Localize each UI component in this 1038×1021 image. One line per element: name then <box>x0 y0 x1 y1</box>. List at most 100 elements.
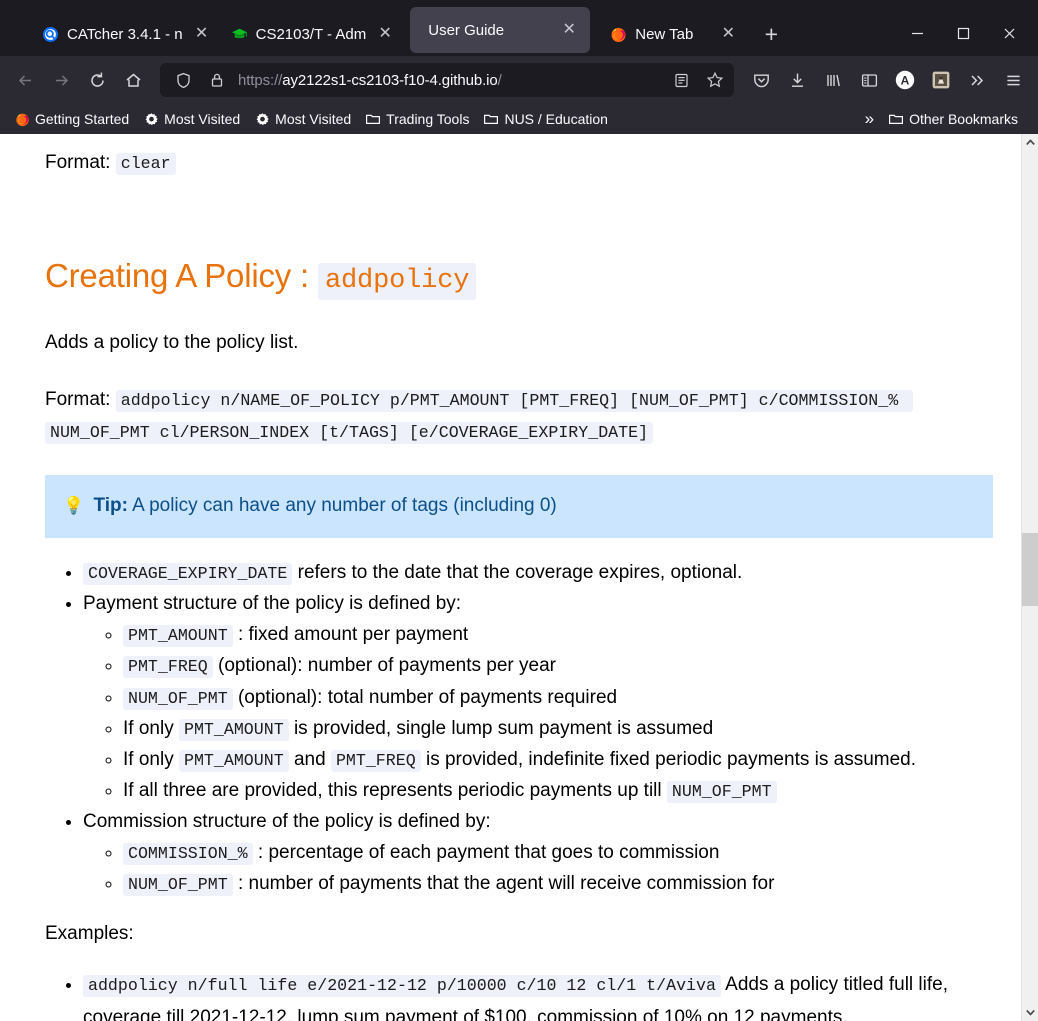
tab-title: CS2103/T - Adm <box>255 25 367 43</box>
bookmark-most-visited-2[interactable]: Most Visited <box>248 108 357 130</box>
sub-code-2: PMT_FREQ <box>330 749 421 772</box>
bookmark-label: Most Visited <box>164 111 241 127</box>
sub-code-1: NUM_OF_PMT <box>123 874 233 897</box>
sub-mid: : percentage of each payment that goes t… <box>252 842 720 864</box>
navigation-toolbar: https://ay2122s1-cs2103-f10-4.github.io/… <box>0 56 1038 104</box>
bookmark-label: Most Visited <box>275 111 352 127</box>
overflow-chevrons-icon[interactable] <box>960 63 994 97</box>
sub-code-1: PMT_AMOUNT <box>178 749 289 772</box>
lightbulb-icon: 💡 <box>63 496 85 516</box>
page-scrollbar[interactable] <box>1021 134 1038 1021</box>
top-format-line: Format: clear <box>45 148 993 177</box>
tab-strip: CATcher 3.4.1 - n ✕ CS2103/T - Adm ✕ Use… <box>0 0 1038 56</box>
sidebar-icon[interactable] <box>852 63 886 97</box>
downloads-icon[interactable] <box>780 63 814 97</box>
bookmarks-bar: Getting Started Most Visited Most Visite… <box>0 104 1038 134</box>
reader-view-icon[interactable] <box>668 67 694 93</box>
sub-pre: If only <box>123 717 179 739</box>
folder-icon <box>888 111 904 127</box>
url-host: ay2122s1-cs2103-f10-4.github.io <box>282 71 498 89</box>
tip-text: A policy can have any number of tags (in… <box>127 495 557 517</box>
list-item: Commission structure of the policy is de… <box>83 806 993 899</box>
tab-new-tab[interactable]: New Tab ✕ <box>598 12 745 56</box>
forward-arrow-icon[interactable] <box>44 63 78 97</box>
list-item: Payment structure of the policy is defin… <box>83 588 993 806</box>
graduation-cap-icon <box>231 26 248 43</box>
bookmark-label: Trading Tools <box>386 111 470 127</box>
list-item: If all three are provided, this represen… <box>123 775 993 806</box>
page-title-text: Creating A Policy : <box>45 257 318 295</box>
url-scheme: https:// <box>238 71 283 89</box>
user-guide-document: Format: clear Creating A Policy : addpol… <box>0 134 1021 1021</box>
bookmark-trading-tools[interactable]: Trading Tools <box>359 108 475 130</box>
scrollbar-thumb[interactable] <box>1022 533 1038 606</box>
bookmark-other-bookmarks[interactable]: Other Bookmarks <box>882 108 1024 130</box>
list-item: If only PMT_AMOUNT and PMT_FREQ is provi… <box>123 744 993 775</box>
sub-mid: (optional): total number of payments req… <box>232 686 618 708</box>
commission-structure-sublist: COMMISSION_% : percentage of each paymen… <box>83 837 993 899</box>
maximize-icon[interactable] <box>940 16 986 50</box>
pocket-icon[interactable] <box>744 63 778 97</box>
commission-structure-label: Commission structure of the policy is de… <box>83 811 491 833</box>
new-tab-button[interactable]: + <box>755 18 787 50</box>
sub-code-2: NUM_OF_PMT <box>666 780 777 803</box>
minimize-icon[interactable] <box>894 16 940 50</box>
command-format-code: addpolicy n/NAME_OF_POLICY p/PMT_AMOUNT … <box>45 389 914 444</box>
bookmark-label: Other Bookmarks <box>909 111 1018 127</box>
format-label: Format: <box>45 388 111 410</box>
tab-close-icon[interactable]: ✕ <box>558 19 580 41</box>
tab-user-guide[interactable]: User Guide ✕ <box>410 7 591 53</box>
extension-icon[interactable] <box>924 63 958 97</box>
list-item: NUM_OF_PMT : number of payments that the… <box>123 868 993 899</box>
gear-icon <box>143 111 159 127</box>
tab-cs2103t[interactable]: CS2103/T - Adm ✕ <box>219 12 403 56</box>
library-icon[interactable] <box>816 63 850 97</box>
firefox-icon <box>14 111 30 127</box>
format-label: Format: <box>45 152 111 173</box>
gear-icon <box>254 111 270 127</box>
bookmark-most-visited-1[interactable]: Most Visited <box>137 108 246 130</box>
firefox-icon <box>610 26 627 43</box>
bookmarks-overflow-chevrons[interactable]: » <box>859 106 880 132</box>
close-icon[interactable] <box>986 16 1032 50</box>
list-item: If only PMT_AMOUNT is provided, single l… <box>123 713 993 744</box>
tip-label: Tip: <box>93 495 128 517</box>
sub-code-1: PMT_FREQ <box>123 656 213 679</box>
shield-icon[interactable] <box>170 67 196 93</box>
hamburger-menu-icon[interactable] <box>996 63 1030 97</box>
url-bar[interactable]: https://ay2122s1-cs2103-f10-4.github.io/ <box>160 63 734 97</box>
svg-text:A: A <box>901 73 910 87</box>
bookmark-getting-started[interactable]: Getting Started <box>8 108 135 130</box>
scroll-up-arrow-icon[interactable] <box>1022 134 1038 151</box>
url-text[interactable]: https://ay2122s1-cs2103-f10-4.github.io/ <box>238 72 660 89</box>
sub-mid: and <box>288 748 331 770</box>
tab-close-icon[interactable]: ✕ <box>374 23 396 45</box>
tab-close-icon[interactable]: ✕ <box>191 23 213 45</box>
back-arrow-icon[interactable] <box>8 63 42 97</box>
param-desc: refers to the date that the coverage exp… <box>292 561 743 583</box>
sub-mid: is provided, single lump sum payment is … <box>288 717 714 739</box>
tab-catcher[interactable]: CATcher 3.4.1 - n ✕ <box>30 12 219 56</box>
catcher-icon <box>42 26 59 43</box>
star-icon[interactable] <box>702 67 728 93</box>
scrollbar-track[interactable] <box>1022 151 1038 1004</box>
sub-code-1: PMT_AMOUNT <box>178 718 289 741</box>
command-format-line: Format: addpolicy n/NAME_OF_POLICY p/PMT… <box>45 384 993 449</box>
payment-structure-sublist: PMT_AMOUNT : fixed amount per payment PM… <box>83 619 993 806</box>
payment-structure-label: Payment structure of the policy is defin… <box>83 593 462 615</box>
tab-close-icon[interactable]: ✕ <box>717 23 739 45</box>
url-path: / <box>497 71 502 89</box>
lock-icon[interactable] <box>204 67 230 93</box>
home-icon[interactable] <box>116 63 150 97</box>
sub-code-1: PMT_AMOUNT <box>123 625 233 648</box>
parameter-list: COVERAGE_EXPIRY_DATE refers to the date … <box>45 557 993 900</box>
scroll-down-arrow-icon[interactable] <box>1022 1004 1038 1021</box>
bookmark-label: Getting Started <box>35 111 130 127</box>
sub-code-1: NUM_OF_PMT <box>123 687 233 710</box>
reload-icon[interactable] <box>80 63 114 97</box>
chevrons-right-icon: » <box>864 109 875 128</box>
bookmark-nus-education[interactable]: NUS / Education <box>477 108 614 130</box>
account-icon[interactable]: A <box>888 63 922 97</box>
window-controls <box>894 16 1032 50</box>
sub-pre: If only <box>123 748 179 770</box>
